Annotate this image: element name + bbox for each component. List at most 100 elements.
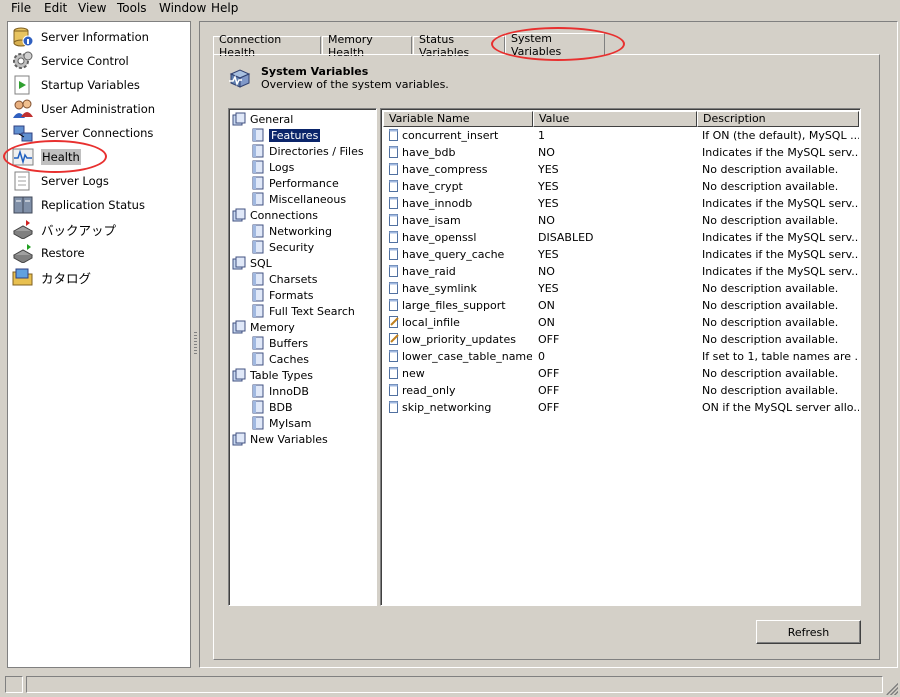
cell-value: 0 xyxy=(538,350,545,363)
tab-connection-health[interactable]: Connection Health xyxy=(213,33,321,59)
sidebar-item-backup[interactable]: バックアップ xyxy=(12,218,188,240)
menu-view[interactable]: View xyxy=(76,1,108,15)
table-row[interactable]: lower_case_table_names 0 If set to 1, tabl… xyxy=(382,349,859,366)
cell-desc: No description available. xyxy=(702,367,839,380)
sidebar-item-restore[interactable]: Restore xyxy=(12,242,188,264)
sidebar-item-replication-status[interactable]: Replication Status xyxy=(12,194,188,216)
cell-value: NO xyxy=(538,214,555,227)
tab-status-variables[interactable]: Status Variables xyxy=(413,33,505,59)
sidebar-item-health[interactable]: Health xyxy=(12,146,188,168)
cell-value: OFF xyxy=(538,333,560,346)
table-row[interactable]: have_compress YES No description available… xyxy=(382,162,859,179)
cell-name: new xyxy=(402,367,425,380)
table-row[interactable]: have_innodb YES Indicates if the MySQL ser… xyxy=(382,196,859,213)
table-row[interactable]: have_openssl DISABLED Indicates if the MyS… xyxy=(382,230,859,247)
sidebar-item-startup-variables[interactable]: Startup Variables xyxy=(12,74,188,96)
status-pane-left xyxy=(5,676,23,693)
tree-node[interactable]: Full Text Search xyxy=(251,303,355,319)
tree-node[interactable]: Performance xyxy=(251,175,339,191)
tree-node[interactable]: Connections xyxy=(232,207,318,223)
column-header-value[interactable]: Value xyxy=(533,111,697,127)
table-row[interactable]: have_isam NO No description available. xyxy=(382,213,859,230)
cell-desc: Indicates if the MySQL serv... xyxy=(702,231,859,244)
category-icon xyxy=(232,256,246,270)
cell-desc: ON if the MySQL server allo... xyxy=(702,401,859,414)
tree-node-label: Table Types xyxy=(250,368,313,382)
column-header-variable-name[interactable]: Variable Name xyxy=(383,111,533,127)
tree-node[interactable]: Buffers xyxy=(251,335,308,351)
variables-grid[interactable]: Variable Name Value Description concurre… xyxy=(380,108,861,606)
table-row[interactable]: have_raid NO Indicates if the MySQL serv..… xyxy=(382,264,859,281)
refresh-button[interactable]: Refresh xyxy=(756,620,861,644)
tree-node[interactable]: Charsets xyxy=(251,271,317,287)
tree-node[interactable]: MyIsam xyxy=(251,415,311,431)
cell-value: ON xyxy=(538,299,555,312)
column-header-description[interactable]: Description xyxy=(697,111,859,127)
sidebar-item-server-logs[interactable]: Server Logs xyxy=(12,170,188,192)
cell-desc: No description available. xyxy=(702,299,839,312)
variable-icon xyxy=(389,163,398,175)
tree-node[interactable]: Security xyxy=(251,239,314,255)
variable-icon xyxy=(389,180,398,192)
tree-node[interactable]: Table Types xyxy=(232,367,313,383)
tree-node[interactable]: General xyxy=(232,111,293,127)
subcategory-icon xyxy=(251,176,265,190)
size-grip[interactable] xyxy=(886,683,898,695)
sidebar-item-server-information[interactable]: Server Information xyxy=(12,26,188,48)
cell-name: have_query_cache xyxy=(402,248,505,261)
table-row[interactable]: low_priority_updates OFF No description av… xyxy=(382,332,859,349)
tree-node[interactable]: Directories / Files xyxy=(251,143,364,159)
table-row[interactable]: have_crypt YES No description available. xyxy=(382,179,859,196)
table-row[interactable]: concurrent_insert 1 If ON (the default), M… xyxy=(382,128,859,145)
tree-node[interactable]: Networking xyxy=(251,223,332,239)
menu-help[interactable]: Help xyxy=(209,1,240,15)
cell-value: OFF xyxy=(538,384,560,397)
tree-node[interactable]: Formats xyxy=(251,287,314,303)
table-row[interactable]: large_files_support ON No description avai… xyxy=(382,298,859,315)
table-row[interactable]: new OFF No description available. xyxy=(382,366,859,383)
menu-file[interactable]: File xyxy=(9,1,33,15)
tree-node[interactable]: Memory xyxy=(232,319,295,335)
menu-window[interactable]: Window xyxy=(157,1,208,15)
tree-node[interactable]: Caches xyxy=(251,351,309,367)
tree-node-label: Memory xyxy=(250,320,295,334)
tree-node[interactable]: BDB xyxy=(251,399,293,415)
sidebar-item-catalog[interactable]: カタログ xyxy=(12,266,188,288)
replication-icon xyxy=(12,195,34,215)
subcategory-icon xyxy=(251,160,265,174)
table-row[interactable]: have_query_cache YES Indicates if the MySQ… xyxy=(382,247,859,264)
table-row[interactable]: skip_networking OFF ON if the MySQL server… xyxy=(382,400,859,417)
cell-desc: No description available. xyxy=(702,163,839,176)
tree-node[interactable]: New Variables xyxy=(232,431,328,447)
cell-value: DISABLED xyxy=(538,231,594,244)
table-row[interactable]: local_infile ON No description available. xyxy=(382,315,859,332)
cell-name: have_crypt xyxy=(402,180,463,193)
menu-tools[interactable]: Tools xyxy=(115,1,149,15)
tree-node[interactable]: Features xyxy=(251,127,322,143)
sidebar-item-label: Startup Variables xyxy=(41,78,140,92)
cell-name: skip_networking xyxy=(402,401,492,414)
sidebar-item-server-connections[interactable]: Server Connections xyxy=(12,122,188,144)
tree-node[interactable]: Logs xyxy=(251,159,294,175)
tree-node[interactable]: Miscellaneous xyxy=(251,191,346,207)
health-icon xyxy=(12,147,34,167)
sidebar-item-label: Server Connections xyxy=(41,126,154,140)
tab-memory-health[interactable]: Memory Health xyxy=(322,33,412,59)
tree-node-label: Directories / Files xyxy=(269,144,364,158)
tree-node[interactable]: InnoDB xyxy=(251,383,309,399)
category-tree[interactable]: General Features Directories / Files Logs Pe… xyxy=(228,108,377,606)
menu-edit[interactable]: Edit xyxy=(42,1,69,15)
tab-system-variables[interactable]: System Variables xyxy=(505,32,605,58)
table-row[interactable]: have_symlink YES No description available. xyxy=(382,281,859,298)
tree-node[interactable]: SQL xyxy=(232,255,272,271)
cell-value: YES xyxy=(538,163,559,176)
subcategory-icon xyxy=(251,304,265,318)
splitter-grip[interactable] xyxy=(194,332,197,356)
sidebar-item-service-control[interactable]: Service Control xyxy=(12,50,188,72)
table-row[interactable]: have_bdb NO Indicates if the MySQL serv... xyxy=(382,145,859,162)
panel-subtitle: Overview of the system variables. xyxy=(261,78,449,91)
cell-desc: No description available. xyxy=(702,333,839,346)
sidebar-item-user-administration[interactable]: User Administration xyxy=(12,98,188,120)
table-row[interactable]: read_only OFF No description available. xyxy=(382,383,859,400)
catalog-icon xyxy=(12,267,34,287)
